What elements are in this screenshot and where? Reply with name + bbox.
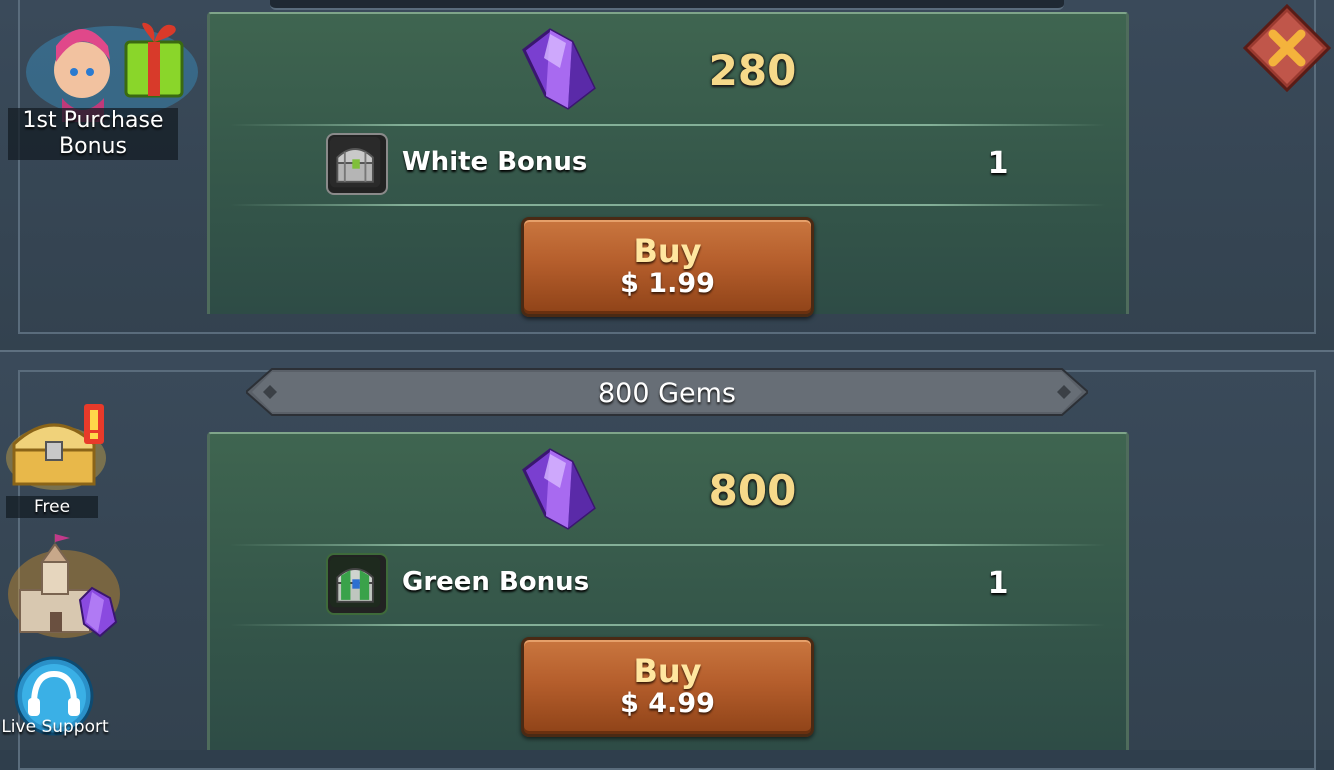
- divider: [230, 544, 1106, 546]
- bonus-count: 1: [987, 566, 1009, 601]
- price-label: $ 1.99: [620, 268, 715, 299]
- gem-amount: 280: [708, 46, 797, 95]
- green-chest-icon: [326, 553, 388, 615]
- free-label: Free: [6, 496, 98, 518]
- price-label: $ 4.99: [620, 688, 715, 719]
- white-chest-icon: [326, 133, 388, 195]
- divider: [230, 624, 1106, 626]
- buy-button[interactable]: Buy $ 4.99: [521, 637, 814, 737]
- buy-label: Buy: [633, 652, 702, 690]
- hero-gift-icon: [26, 22, 198, 122]
- bonus-name: White Bonus: [402, 147, 588, 177]
- purple-gem-icon: [522, 448, 596, 530]
- first-purchase-label: 1st Purchase Bonus: [8, 108, 178, 160]
- live-support-button[interactable]: Live Support: [0, 656, 110, 750]
- castle-gem-offer-button[interactable]: [6, 532, 122, 644]
- close-icon[interactable]: [1243, 4, 1331, 92]
- buy-button[interactable]: Buy $ 1.99: [521, 217, 814, 317]
- treasure-chest-icon: [6, 404, 106, 490]
- bonus-name: Green Bonus: [402, 567, 590, 597]
- purple-gem-icon: [522, 28, 596, 110]
- live-support-label: Live Support: [1, 717, 109, 737]
- first-purchase-bonus-button[interactable]: 1st Purchase Bonus: [8, 12, 198, 162]
- divider: [230, 124, 1106, 126]
- buy-label: Buy: [633, 232, 702, 270]
- castle-gem-icon: [8, 534, 120, 638]
- banner-title: 800 Gems: [597, 378, 737, 409]
- gem-amount: 800: [708, 466, 797, 515]
- free-chest-button[interactable]: Free: [6, 400, 106, 520]
- bonus-count: 1: [987, 146, 1009, 181]
- divider: [230, 204, 1106, 206]
